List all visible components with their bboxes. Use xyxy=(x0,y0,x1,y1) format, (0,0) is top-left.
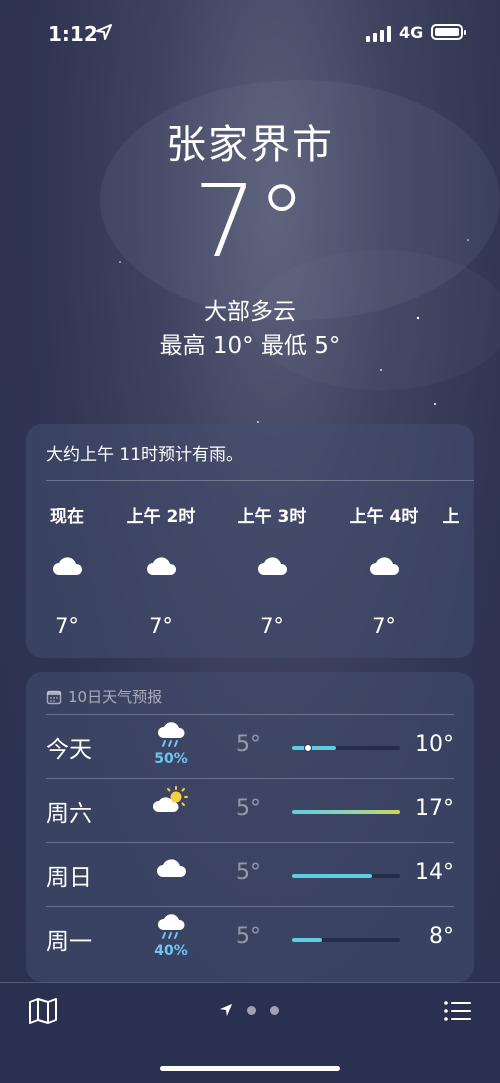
temperature-range-fill xyxy=(292,874,372,878)
hour-label: 上午 4时 xyxy=(349,507,419,527)
forecast-header: 10日天气预报 xyxy=(46,686,162,707)
hour-temperature: 7° xyxy=(149,614,173,638)
forecast-low: 5° xyxy=(236,924,261,949)
list-icon[interactable] xyxy=(443,999,471,1023)
ten-day-forecast-card[interactable]: 10日天气预报 今天 50% 5° 10° 周六 5° 17° 周日 5° 14… xyxy=(26,672,474,982)
forecast-high: 17° xyxy=(415,796,454,821)
forecast-day: 今天 xyxy=(46,737,92,763)
cloud-icon xyxy=(157,859,187,877)
location-arrow-icon xyxy=(96,24,112,40)
forecast-high: 8° xyxy=(429,924,454,949)
hour-label: 上 xyxy=(442,507,460,527)
current-temperature: 7° xyxy=(193,163,307,280)
temperature-range-fill xyxy=(292,938,322,942)
forecast-title: 10日天气预报 xyxy=(68,688,163,706)
forecast-low: 5° xyxy=(236,860,261,885)
status-time: 1:12 xyxy=(48,22,98,46)
hour-label: 上午 2时 xyxy=(126,507,196,527)
map-icon[interactable] xyxy=(28,998,58,1024)
temperature-range-fill xyxy=(292,810,400,814)
hour-label: 上午 3时 xyxy=(237,507,307,527)
temperature-range-bar xyxy=(292,938,400,942)
forecast-day: 周六 xyxy=(46,801,92,827)
high-low-temperature: 最高 10° 最低 5° xyxy=(159,333,341,359)
hourly-summary: 大约上午 11时预计有雨。 xyxy=(46,445,244,465)
battery-icon xyxy=(431,24,466,40)
forecast-high: 10° xyxy=(415,732,454,757)
current-temperature-marker xyxy=(304,744,312,752)
precipitation-chance: 40% xyxy=(154,943,188,959)
cloud-icon xyxy=(53,557,83,575)
hour-temperature: 7° xyxy=(260,614,284,638)
location-arrow-icon[interactable] xyxy=(219,1003,233,1017)
forecast-low: 5° xyxy=(236,796,261,821)
forecast-high: 14° xyxy=(415,860,454,885)
divider xyxy=(46,480,474,481)
temperature-range-bar xyxy=(292,874,400,878)
precipitation-chance: 50% xyxy=(154,751,188,767)
cellular-signal-icon xyxy=(366,26,391,42)
forecast-low: 5° xyxy=(236,732,261,757)
calendar-icon xyxy=(46,690,62,704)
forecast-day: 周日 xyxy=(46,865,92,891)
status-bar: 1:12 4G xyxy=(0,0,500,64)
cloud-rain-icon xyxy=(157,914,185,939)
temperature-range-bar xyxy=(292,810,400,814)
home-indicator[interactable] xyxy=(160,1066,340,1071)
hour-temperature: 7° xyxy=(55,614,79,638)
cloud-icon xyxy=(147,557,177,575)
temperature-range-bar xyxy=(292,744,400,752)
hour-temperature: 7° xyxy=(372,614,396,638)
cloud-icon xyxy=(258,557,288,575)
network-type: 4G xyxy=(399,23,424,42)
forecast-row[interactable]: 今天 50% 5° 10° xyxy=(46,715,454,779)
cloud-icon xyxy=(370,557,400,575)
hourly-forecast-card[interactable]: 大约上午 11时预计有雨。 现在 7° 上午 2时 7° 上午 3时 7° 上午… xyxy=(26,424,474,658)
forecast-day: 周一 xyxy=(46,929,92,955)
forecast-row[interactable]: 周一 40% 5° 8° xyxy=(46,907,454,971)
forecast-row[interactable]: 周日 5° 14° xyxy=(46,843,454,907)
temperature-range-fill xyxy=(292,746,336,750)
page-dot[interactable] xyxy=(247,1006,256,1015)
current-condition: 大部多云 xyxy=(204,299,296,325)
partly-sunny-icon xyxy=(152,786,188,812)
forecast-row[interactable]: 周六 5° 17° xyxy=(46,779,454,843)
hour-label: 现在 xyxy=(50,507,84,527)
page-dot[interactable] xyxy=(270,1006,279,1015)
cloud-rain-icon xyxy=(157,722,185,747)
